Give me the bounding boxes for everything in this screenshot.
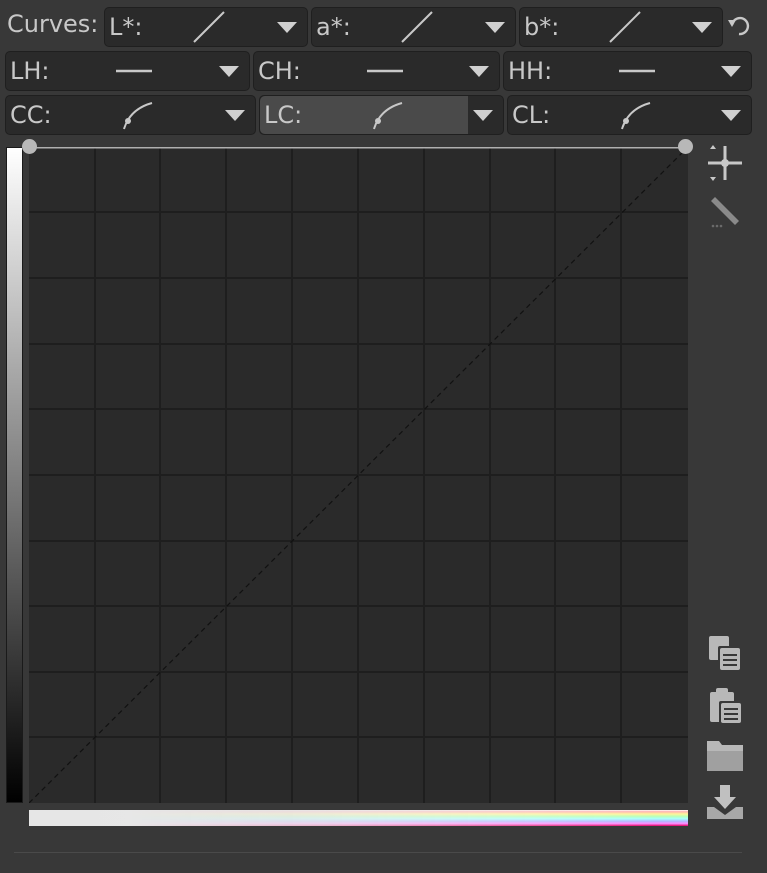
flat-icon — [301, 66, 469, 76]
lc-label: LC: — [264, 101, 303, 129]
lh-label: LH: — [10, 57, 50, 85]
chevron-down-icon — [473, 109, 493, 121]
curve-icon — [550, 99, 721, 131]
lc-curve-selector[interactable]: LC: — [259, 95, 504, 135]
pencil-icon[interactable] — [705, 193, 745, 233]
curve-grid — [28, 145, 689, 804]
l-star-label: L*: — [109, 13, 143, 41]
chevron-down-icon — [219, 65, 239, 77]
cc-curve-selector[interactable]: CC: — [5, 95, 256, 135]
edit-point-icon[interactable] — [705, 143, 745, 183]
open-folder-icon[interactable] — [705, 735, 745, 775]
cc-label: CC: — [10, 101, 52, 129]
hh-label: HH: — [508, 57, 553, 85]
chevron-down-icon — [721, 109, 741, 121]
lightness-gradient-bar — [6, 147, 23, 803]
curve-icon — [302, 99, 473, 131]
linear-icon — [351, 10, 485, 44]
chevron-down-icon — [225, 109, 245, 121]
flat-icon — [50, 66, 219, 76]
lh-curve-selector[interactable]: LH: — [5, 51, 250, 91]
hh-curve-selector[interactable]: HH: — [503, 51, 752, 91]
chevron-down-icon — [485, 21, 505, 33]
chevron-down-icon — [692, 21, 712, 33]
l-star-curve-selector[interactable]: L*: — [104, 7, 308, 47]
hue-gradient-bar — [29, 810, 688, 826]
ch-curve-selector[interactable]: CH: — [253, 51, 500, 91]
b-star-label: b*: — [524, 13, 560, 41]
divider — [14, 852, 742, 853]
curve-editor[interactable] — [28, 145, 689, 804]
curve-control-point[interactable] — [678, 139, 693, 154]
cl-label: CL: — [512, 101, 551, 129]
chevron-down-icon — [721, 65, 741, 77]
reset-icon[interactable] — [727, 14, 751, 38]
b-star-curve-selector[interactable]: b*: — [519, 7, 723, 47]
a-star-curve-selector[interactable]: a*: — [311, 7, 516, 47]
curve-control-point[interactable] — [22, 139, 37, 154]
curves-label: Curves: — [7, 10, 99, 38]
save-icon[interactable] — [705, 783, 745, 823]
ch-label: CH: — [258, 57, 301, 85]
paste-icon[interactable] — [705, 686, 745, 726]
a-star-label: a*: — [316, 13, 351, 41]
chevron-down-icon — [277, 21, 297, 33]
curve-icon — [52, 99, 225, 131]
copy-icon[interactable] — [705, 633, 745, 673]
linear-icon — [142, 10, 277, 44]
chevron-down-icon — [469, 65, 489, 77]
cl-curve-selector[interactable]: CL: — [507, 95, 752, 135]
flat-icon — [552, 66, 721, 76]
linear-icon — [559, 10, 692, 44]
